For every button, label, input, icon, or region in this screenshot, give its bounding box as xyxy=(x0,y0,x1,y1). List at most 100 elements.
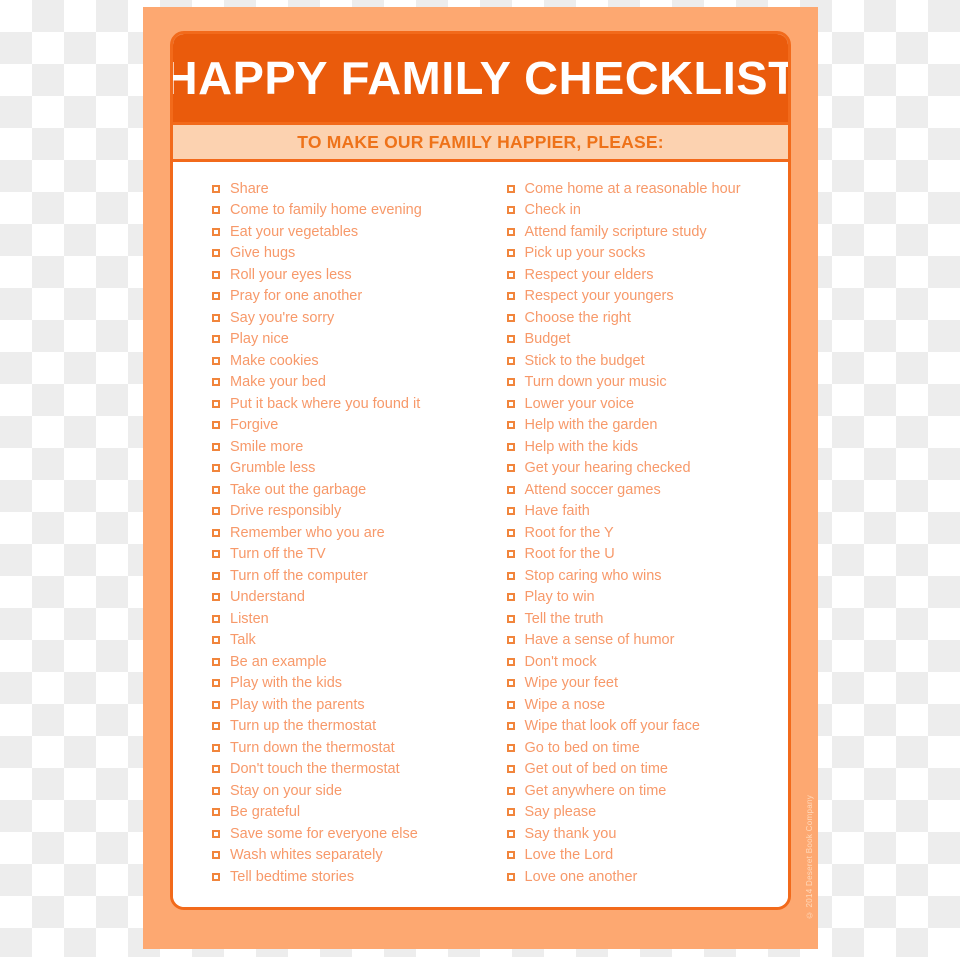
checkbox-icon[interactable] xyxy=(506,829,515,838)
checkbox-icon[interactable] xyxy=(506,485,515,494)
checkbox-icon[interactable] xyxy=(506,722,515,731)
checkbox-icon[interactable] xyxy=(212,851,220,860)
checklist-item[interactable]: Make cookies xyxy=(212,350,481,372)
checklist-item[interactable]: Drive responsibly xyxy=(212,501,481,523)
checkbox-icon[interactable] xyxy=(212,528,220,537)
checkbox-icon[interactable] xyxy=(212,593,220,602)
checklist-item[interactable]: Say you're sorry xyxy=(212,307,481,329)
checklist-item[interactable]: Play to win xyxy=(506,587,789,609)
checkbox-icon[interactable] xyxy=(212,464,220,473)
checklist-item[interactable]: Respect your elders xyxy=(506,264,789,286)
checkbox-icon[interactable] xyxy=(212,550,220,559)
checklist-item[interactable]: Understand xyxy=(212,587,481,609)
checklist-item[interactable]: Have faith xyxy=(506,501,789,523)
checklist-item[interactable]: Get anywhere on time xyxy=(506,780,789,802)
checklist-item[interactable]: Wipe a nose xyxy=(506,694,789,716)
checkbox-icon[interactable] xyxy=(212,335,220,344)
checkbox-icon[interactable] xyxy=(212,399,220,408)
checkbox-icon[interactable] xyxy=(212,872,220,881)
checklist-item[interactable]: Help with the kids xyxy=(506,436,789,458)
checkbox-icon[interactable] xyxy=(212,765,220,774)
checklist-item[interactable]: Make your bed xyxy=(212,372,481,394)
checklist-item[interactable]: Wipe your feet xyxy=(506,673,789,695)
checklist-item[interactable]: Lower your voice xyxy=(506,393,789,415)
checklist-item[interactable]: Don't touch the thermostat xyxy=(212,759,481,781)
checklist-item[interactable]: Remember who you are xyxy=(212,522,481,544)
checkbox-icon[interactable] xyxy=(506,421,515,430)
checklist-item[interactable]: Save some for everyone else xyxy=(212,823,481,845)
checkbox-icon[interactable] xyxy=(506,550,515,559)
checkbox-icon[interactable] xyxy=(506,851,515,860)
checklist-item[interactable]: Pick up your socks xyxy=(506,243,789,265)
checkbox-icon[interactable] xyxy=(506,571,515,580)
checklist-item[interactable]: Smile more xyxy=(212,436,481,458)
checklist-item[interactable]: Attend soccer games xyxy=(506,479,789,501)
checklist-item[interactable]: Put it back where you found it xyxy=(212,393,481,415)
checkbox-icon[interactable] xyxy=(506,657,515,666)
checklist-item[interactable]: Grumble less xyxy=(212,458,481,480)
checklist-item[interactable]: Turn off the TV xyxy=(212,544,481,566)
checklist-item[interactable]: Budget xyxy=(506,329,789,351)
checklist-item[interactable]: Help with the garden xyxy=(506,415,789,437)
checkbox-icon[interactable] xyxy=(506,700,515,709)
checklist-item[interactable]: Give hugs xyxy=(212,243,481,265)
checklist-item[interactable]: Choose the right xyxy=(506,307,789,329)
checkbox-icon[interactable] xyxy=(212,636,220,645)
checkbox-icon[interactable] xyxy=(212,270,220,279)
checklist-item[interactable]: Eat your vegetables xyxy=(212,221,481,243)
checklist-item[interactable]: Wash whites separately xyxy=(212,845,481,867)
checkbox-icon[interactable] xyxy=(506,679,515,688)
checkbox-icon[interactable] xyxy=(506,270,515,279)
checklist-item[interactable]: Be grateful xyxy=(212,802,481,824)
checklist-item[interactable]: Turn down your music xyxy=(506,372,789,394)
checkbox-icon[interactable] xyxy=(506,378,515,387)
checklist-item[interactable]: Turn down the thermostat xyxy=(212,737,481,759)
checklist-item[interactable]: Take out the garbage xyxy=(212,479,481,501)
checklist-item[interactable]: Get out of bed on time xyxy=(506,759,789,781)
checkbox-icon[interactable] xyxy=(506,636,515,645)
checklist-item[interactable]: Tell bedtime stories xyxy=(212,866,481,888)
checklist-item[interactable]: Forgive xyxy=(212,415,481,437)
checkbox-icon[interactable] xyxy=(212,356,220,365)
checkbox-icon[interactable] xyxy=(212,442,220,451)
checklist-item[interactable]: Come to family home evening xyxy=(212,200,481,222)
checkbox-icon[interactable] xyxy=(506,206,515,215)
checkbox-icon[interactable] xyxy=(506,399,515,408)
checkbox-icon[interactable] xyxy=(506,227,515,236)
checkbox-icon[interactable] xyxy=(506,313,515,322)
checkbox-icon[interactable] xyxy=(212,184,220,193)
checkbox-icon[interactable] xyxy=(506,872,515,881)
checkbox-icon[interactable] xyxy=(506,808,515,817)
checklist-item[interactable]: Don't mock xyxy=(506,651,789,673)
checklist-item[interactable]: Listen xyxy=(212,608,481,630)
checkbox-icon[interactable] xyxy=(506,249,515,258)
checkbox-icon[interactable] xyxy=(212,507,220,516)
checklist-item[interactable]: Turn up the thermostat xyxy=(212,716,481,738)
checkbox-icon[interactable] xyxy=(506,786,515,795)
checkbox-icon[interactable] xyxy=(212,808,220,817)
checkbox-icon[interactable] xyxy=(212,743,220,752)
checklist-item[interactable]: Turn off the computer xyxy=(212,565,481,587)
checklist-item[interactable]: Play with the parents xyxy=(212,694,481,716)
checklist-item[interactable]: Play with the kids xyxy=(212,673,481,695)
checklist-item[interactable]: Have a sense of humor xyxy=(506,630,789,652)
checklist-item[interactable]: Stick to the budget xyxy=(506,350,789,372)
checkbox-icon[interactable] xyxy=(212,657,220,666)
checkbox-icon[interactable] xyxy=(506,593,515,602)
checklist-item[interactable]: Love the Lord xyxy=(506,845,789,867)
checklist-item[interactable]: Roll your eyes less xyxy=(212,264,481,286)
checklist-item[interactable]: Come home at a reasonable hour xyxy=(506,178,789,200)
checkbox-icon[interactable] xyxy=(212,227,220,236)
checkbox-icon[interactable] xyxy=(506,184,515,193)
checklist-item[interactable]: Respect your youngers xyxy=(506,286,789,308)
checklist-item[interactable]: Root for the Y xyxy=(506,522,789,544)
checkbox-icon[interactable] xyxy=(212,571,220,580)
checkbox-icon[interactable] xyxy=(212,700,220,709)
checklist-item[interactable]: Say thank you xyxy=(506,823,789,845)
checkbox-icon[interactable] xyxy=(506,464,515,473)
checkbox-icon[interactable] xyxy=(212,313,220,322)
checklist-item[interactable]: Share xyxy=(212,178,481,200)
checkbox-icon[interactable] xyxy=(212,421,220,430)
checkbox-icon[interactable] xyxy=(212,292,220,301)
checkbox-icon[interactable] xyxy=(212,679,220,688)
